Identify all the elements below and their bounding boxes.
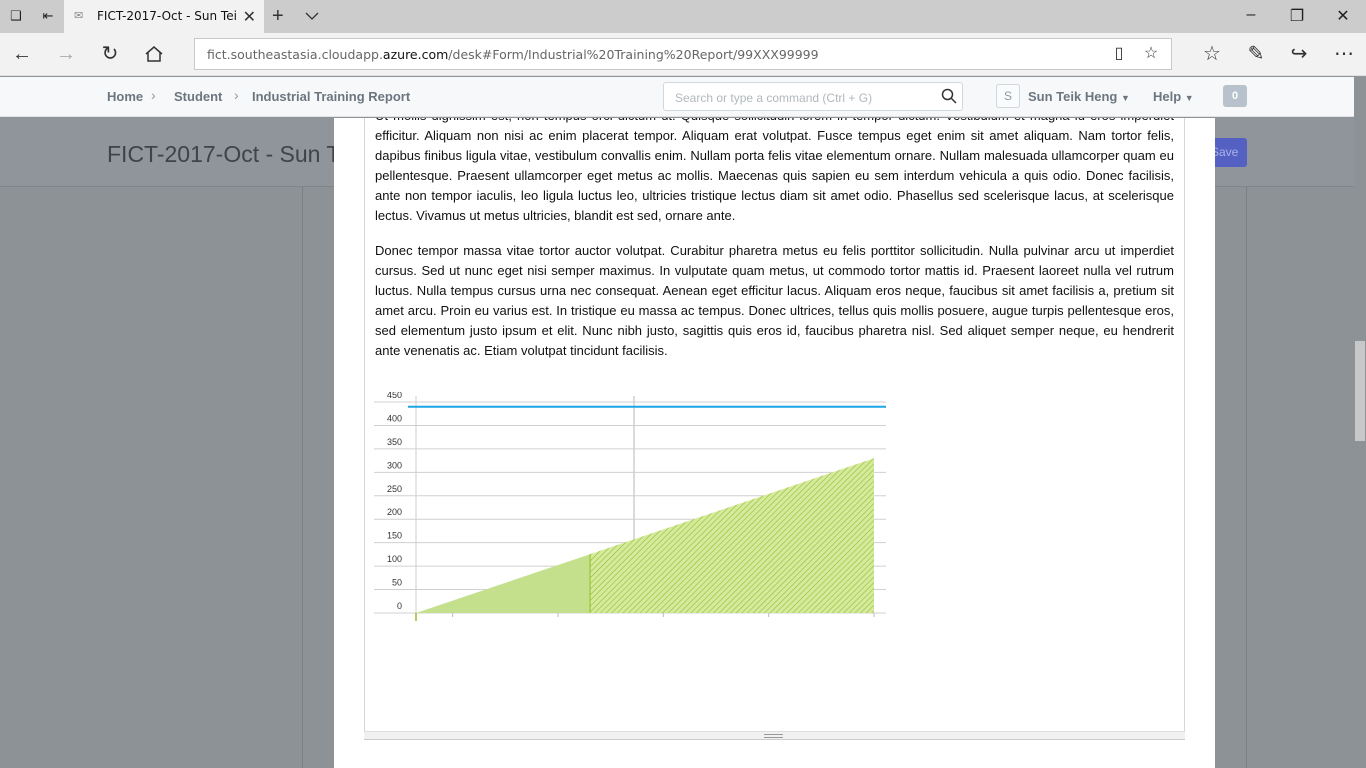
y-tick-label: 350 bbox=[387, 437, 402, 447]
caret-down-icon: ▼ bbox=[1184, 93, 1194, 103]
area-solid bbox=[416, 554, 591, 613]
y-tick-label: 300 bbox=[387, 460, 402, 470]
site-favicon-icon: ✉ bbox=[74, 10, 84, 22]
address-bar[interactable]: fict.southeastasia.cloudapp.azure.com/de… bbox=[194, 38, 1172, 70]
search-input[interactable]: Search or type a command (Ctrl + G) bbox=[663, 82, 963, 111]
back-icon[interactable]: ← bbox=[10, 42, 34, 66]
y-tick-label: 250 bbox=[387, 484, 402, 494]
tab-title: FICT-2017-Oct - Sun Tei bbox=[97, 9, 237, 23]
breadcrumb-home[interactable]: Home bbox=[107, 89, 143, 104]
set-tabs-aside-icon[interactable]: ⇤ bbox=[40, 8, 56, 24]
restore-window-icon[interactable]: ❐ bbox=[1287, 6, 1307, 26]
y-tick-label: 450 bbox=[387, 392, 402, 400]
breadcrumb-report[interactable]: Industrial Training Report bbox=[252, 89, 410, 104]
breadcrumb-separator-icon: › bbox=[151, 87, 156, 103]
scrollbar-thumb[interactable] bbox=[1355, 341, 1365, 441]
more-icon[interactable]: ⋯ bbox=[1332, 42, 1356, 66]
search-icon bbox=[941, 88, 957, 104]
notification-badge[interactable]: 0 bbox=[1223, 85, 1247, 107]
tab-actions-icon[interactable]: ❑ bbox=[8, 8, 24, 24]
editor-resize-handle[interactable] bbox=[364, 731, 1185, 740]
divider bbox=[1246, 187, 1247, 768]
y-tick-label: 200 bbox=[387, 507, 402, 517]
area-chart: 0 50 100 150 200 250 300 350 400 450 bbox=[374, 392, 886, 621]
minimize-window-icon[interactable]: – bbox=[1241, 6, 1261, 24]
new-tab-icon[interactable]: + bbox=[272, 5, 284, 28]
close-window-icon[interactable]: ✕ bbox=[1333, 6, 1353, 26]
search-placeholder: Search or type a command (Ctrl + G) bbox=[675, 91, 873, 105]
avatar[interactable]: S bbox=[996, 84, 1020, 108]
y-tick-label: 150 bbox=[387, 531, 402, 541]
area-hatched bbox=[590, 458, 874, 613]
chevron-down-icon[interactable] bbox=[304, 8, 320, 24]
paragraph-2: Donec tempor massa vitae tortor auctor v… bbox=[375, 243, 1174, 358]
pen-icon[interactable]: ✎ bbox=[1244, 42, 1268, 66]
favorites-icon[interactable]: ☆ bbox=[1200, 42, 1224, 66]
y-tick-label: 100 bbox=[387, 554, 402, 564]
url-text: fict.southeastasia.cloudapp.azure.com/de… bbox=[207, 47, 819, 62]
browser-tab[interactable]: ✉ FICT-2017-Oct - Sun Tei ✕ bbox=[64, 0, 264, 33]
help-menu[interactable]: Help ▼ bbox=[1153, 89, 1194, 104]
y-tick-label: 400 bbox=[387, 413, 402, 423]
reading-view-icon[interactable]: ▯ bbox=[1109, 44, 1129, 64]
divider bbox=[302, 187, 303, 768]
breadcrumb-student[interactable]: Student bbox=[174, 89, 222, 104]
refresh-icon[interactable]: ↻ bbox=[98, 42, 122, 66]
share-icon[interactable]: ↪ bbox=[1287, 42, 1311, 66]
home-icon[interactable] bbox=[142, 42, 166, 66]
page-title: FICT-2017-Oct - Sun T bbox=[107, 141, 341, 167]
browser-nav-bar: ← → ↻ fict.southeastasia.cloudapp.azure.… bbox=[0, 33, 1366, 76]
y-tick-label: 50 bbox=[392, 578, 402, 588]
favorite-star-icon[interactable]: ☆ bbox=[1141, 44, 1161, 64]
forward-icon[interactable]: → bbox=[54, 42, 78, 66]
caret-down-icon: ▼ bbox=[1120, 93, 1130, 103]
y-tick-label: 0 bbox=[397, 601, 402, 611]
user-menu[interactable]: Sun Teik Heng ▼ bbox=[1028, 89, 1130, 104]
paragraph-1: Ut mollis dignissim est, non tempus orci… bbox=[375, 118, 1174, 223]
breadcrumb-separator-icon: › bbox=[234, 87, 239, 103]
browser-tab-bar: ❑ ⇤ ✉ FICT-2017-Oct - Sun Tei ✕ + – ❐ ✕ bbox=[0, 0, 1366, 33]
grip-icon bbox=[764, 734, 783, 738]
close-tab-icon[interactable]: ✕ bbox=[243, 7, 256, 27]
